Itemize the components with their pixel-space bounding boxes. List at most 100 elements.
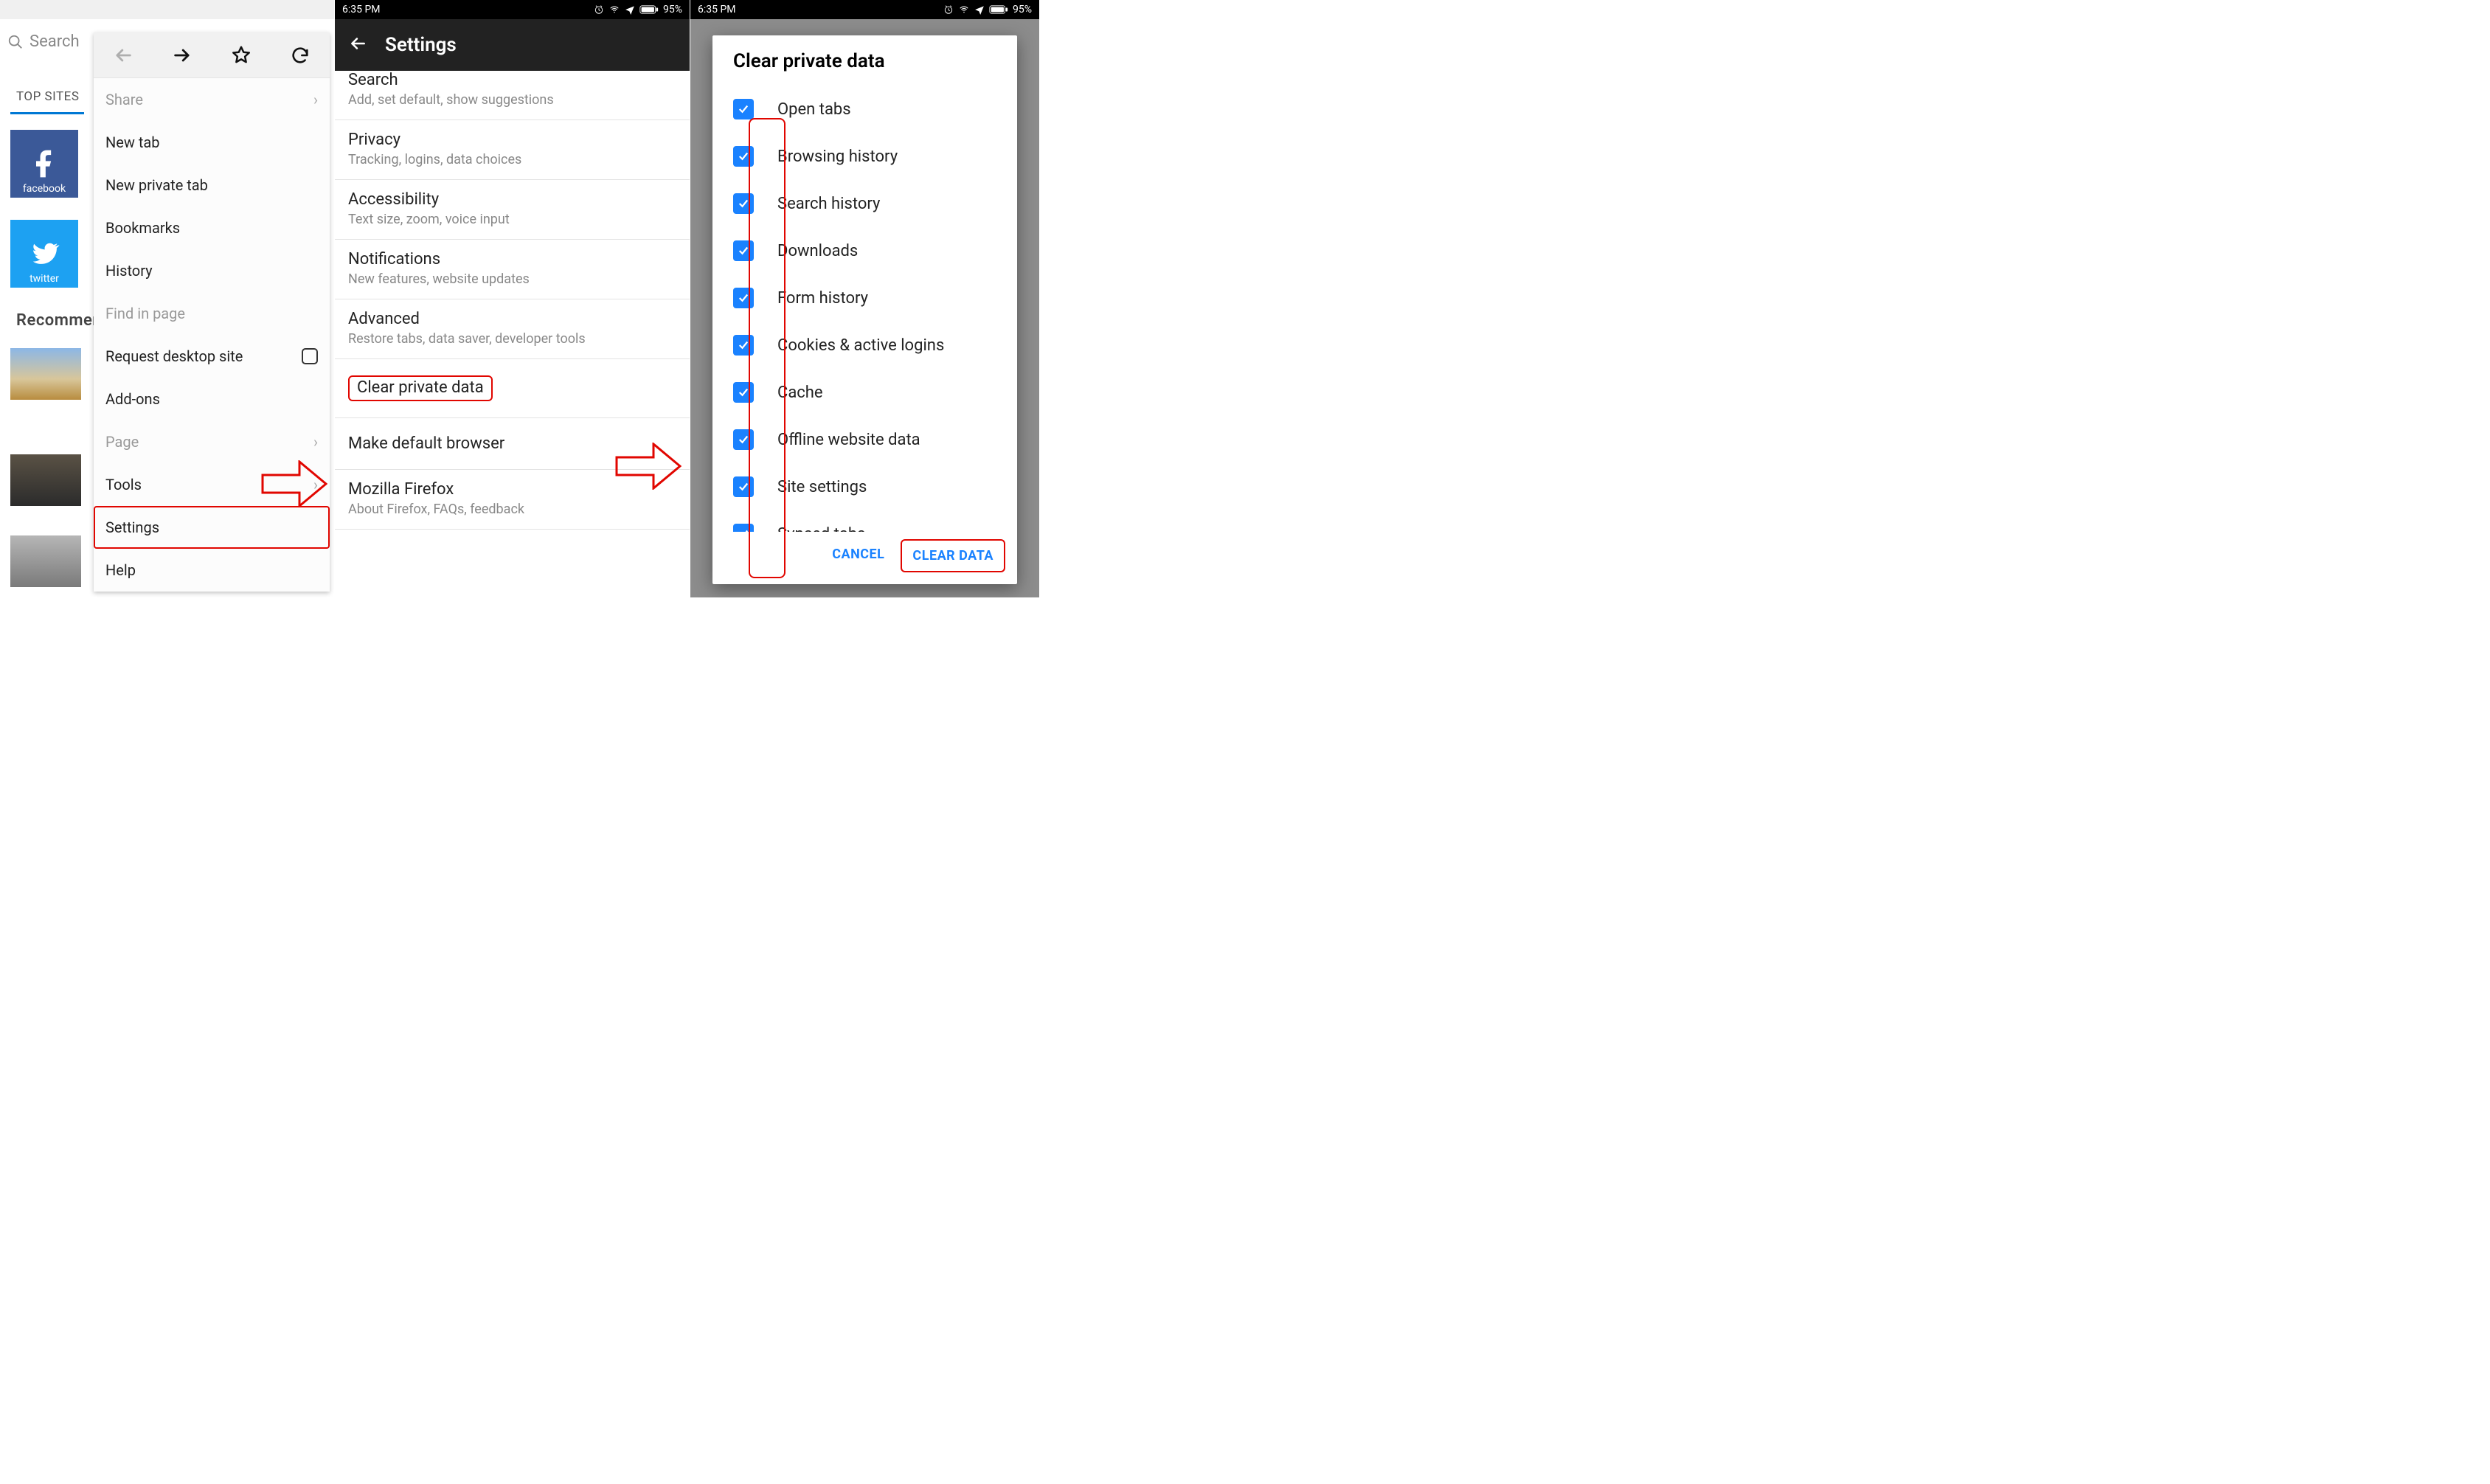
menu-addons[interactable]: Add-ons <box>94 378 330 420</box>
annotation-arrow <box>261 460 327 507</box>
settings-header: Settings <box>335 19 690 71</box>
back-icon[interactable] <box>348 34 367 56</box>
checkbox-icon[interactable] <box>733 429 754 450</box>
menu-share[interactable]: Share› <box>94 78 330 121</box>
checkbox-icon[interactable] <box>733 524 754 532</box>
airplane-icon <box>974 4 985 15</box>
checkbox-icon[interactable] <box>733 193 754 214</box>
airplane-icon <box>625 4 635 15</box>
dialog-options-list: Open tabs Browsing history Search history D… <box>712 86 1017 532</box>
alarm-icon <box>943 4 954 15</box>
facebook-icon <box>28 148 60 180</box>
menu-new-tab[interactable]: New tab <box>94 121 330 164</box>
checkbox-icon[interactable] <box>733 99 754 119</box>
dialog-option[interactable]: Browsing history <box>733 133 996 180</box>
battery-icon <box>989 4 1008 15</box>
checkbox-icon[interactable] <box>733 240 754 261</box>
recommended-thumb[interactable] <box>10 535 81 587</box>
chevron-right-icon: › <box>313 433 318 451</box>
twitter-icon <box>28 237 60 270</box>
top-sites-label: TOP SITES <box>16 89 79 104</box>
dialog-option[interactable]: Offline website data <box>733 416 996 463</box>
battery-icon <box>639 4 659 15</box>
dialog-option[interactable]: Cookies & active logins <box>733 322 996 369</box>
status-bar <box>0 0 334 19</box>
settings-item-clear-private-data[interactable]: Clear private data <box>335 359 690 418</box>
status-time <box>7 4 10 15</box>
status-time: 6:35 PM <box>698 4 736 15</box>
dialog-option[interactable]: Form history <box>733 274 996 322</box>
settings-item-notifications[interactable]: NotificationsNew features, website updat… <box>335 240 690 299</box>
cancel-button[interactable]: CANCEL <box>822 539 895 572</box>
settings-item-privacy[interactable]: PrivacyTracking, logins, data choices <box>335 120 690 180</box>
site-label: facebook <box>10 183 78 195</box>
search-placeholder: Search <box>30 32 80 51</box>
option-label: Form history <box>777 289 868 308</box>
site-tile-twitter[interactable]: twitter <box>10 220 78 288</box>
checkbox-icon[interactable] <box>302 348 318 364</box>
recommended-thumb[interactable] <box>10 454 81 506</box>
panel-home-with-menu: Search TOP SITES facebook twitter Recomm… <box>0 0 334 597</box>
search-icon <box>7 34 24 50</box>
checkbox-icon[interactable] <box>733 335 754 356</box>
settings-item-search[interactable]: SearchAdd, set default, show suggestions <box>335 71 690 120</box>
panel-settings: 6:35 PM 95% Settings SearchAdd, set defa… <box>334 0 690 597</box>
option-label: Search history <box>777 195 880 213</box>
search-bar[interactable]: Search <box>7 32 80 51</box>
option-label: Browsing history <box>777 148 898 166</box>
status-icons: 95% <box>594 4 682 15</box>
option-label: Cache <box>777 384 823 402</box>
option-label: Synced tabs <box>777 525 866 533</box>
option-label: Offline website data <box>777 431 920 449</box>
menu-settings[interactable]: Settings <box>94 506 330 549</box>
status-time: 6:35 PM <box>342 4 381 15</box>
option-label: Open tabs <box>777 100 851 119</box>
clear-data-button[interactable]: CLEAR DATA <box>901 539 1005 572</box>
overflow-menu: Share› New tab New private tab Bookmarks… <box>94 32 330 592</box>
checkbox-icon[interactable] <box>733 146 754 167</box>
wifi-icon <box>958 4 970 15</box>
dialog-title: Clear private data <box>712 35 1017 86</box>
overflow-toolbar <box>94 32 330 78</box>
forward-icon[interactable] <box>169 42 195 69</box>
dialog-option[interactable]: Site settings <box>733 463 996 510</box>
menu-new-private-tab[interactable]: New private tab <box>94 164 330 207</box>
battery-pct: 95% <box>663 4 682 15</box>
menu-bookmarks[interactable]: Bookmarks <box>94 207 330 249</box>
status-bar: 6:35 PM 95% <box>690 0 1039 19</box>
dialog-option[interactable]: Search history <box>733 180 996 227</box>
alarm-icon <box>594 4 604 15</box>
option-label: Cookies & active logins <box>777 336 944 355</box>
settings-item-advanced[interactable]: AdvancedRestore tabs, data saver, develo… <box>335 299 690 359</box>
menu-find-in-page[interactable]: Find in page <box>94 292 330 335</box>
menu-help[interactable]: Help <box>94 549 330 592</box>
dialog-option[interactable]: Synced tabs <box>733 510 996 532</box>
option-label: Site settings <box>777 478 867 496</box>
site-tile-facebook[interactable]: facebook <box>10 130 78 198</box>
top-sites-underline <box>10 112 84 114</box>
settings-item-accessibility[interactable]: AccessibilityText size, zoom, voice inpu… <box>335 180 690 240</box>
settings-list: SearchAdd, set default, show suggestions… <box>335 71 690 597</box>
checkbox-icon[interactable] <box>733 476 754 497</box>
chevron-right-icon: › <box>313 91 318 108</box>
menu-history[interactable]: History <box>94 249 330 292</box>
back-icon[interactable] <box>110 42 136 69</box>
option-label: Downloads <box>777 242 858 260</box>
status-bar: 6:35 PM 95% <box>335 0 690 19</box>
battery-pct: 95% <box>1013 4 1032 15</box>
dialog-option[interactable]: Cache <box>733 369 996 416</box>
menu-page[interactable]: Page› <box>94 420 330 463</box>
status-icons: 95% <box>943 4 1032 15</box>
checkbox-icon[interactable] <box>733 382 754 403</box>
dialog-actions: CANCEL CLEAR DATA <box>712 532 1017 584</box>
star-icon[interactable] <box>228 42 254 69</box>
dialog-option[interactable]: Open tabs <box>733 86 996 133</box>
wifi-icon <box>608 4 620 15</box>
recommended-thumb[interactable] <box>10 348 81 400</box>
checkbox-icon[interactable] <box>733 288 754 308</box>
dialog-option[interactable]: Downloads <box>733 227 996 274</box>
settings-title: Settings <box>385 34 457 56</box>
clear-data-dialog: Clear private data Open tabs Browsing his… <box>712 35 1017 584</box>
menu-request-desktop[interactable]: Request desktop site <box>94 335 330 378</box>
reload-icon[interactable] <box>287 42 313 69</box>
